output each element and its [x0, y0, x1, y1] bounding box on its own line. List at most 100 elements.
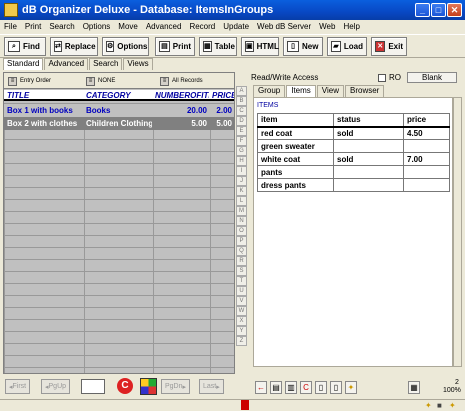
- letter-v[interactable]: V: [236, 296, 247, 306]
- sort-selector[interactable]: ≡ Entry Order: [8, 75, 51, 87]
- records-selector[interactable]: ≡ All Records: [160, 75, 203, 87]
- letter-i[interactable]: I: [236, 166, 247, 176]
- letter-n[interactable]: N: [236, 216, 247, 226]
- find-button[interactable]: ⌕ Find: [4, 37, 46, 56]
- letter-a[interactable]: A: [236, 86, 247, 96]
- cell-status[interactable]: sold: [333, 152, 404, 166]
- menu-file[interactable]: File: [4, 22, 17, 31]
- options-button[interactable]: ⚙ Options: [102, 37, 149, 56]
- tab-group[interactable]: Group: [253, 85, 286, 97]
- table-row[interactable]: green sweater: [257, 139, 450, 153]
- letter-e[interactable]: E: [236, 126, 247, 136]
- cell-status[interactable]: [333, 165, 404, 179]
- letter-m[interactable]: M: [236, 206, 247, 216]
- menu-move[interactable]: Move: [118, 22, 138, 31]
- menu-search[interactable]: Search: [49, 22, 74, 31]
- record-number-field[interactable]: [81, 379, 105, 394]
- letter-p[interactable]: P: [236, 236, 247, 246]
- cell-item-price[interactable]: [403, 139, 450, 153]
- replace-button[interactable]: ⇄ Replace: [50, 37, 98, 56]
- cell-item[interactable]: green sweater: [257, 139, 334, 153]
- letter-y[interactable]: Y: [236, 326, 247, 336]
- cell-item[interactable]: white coat: [257, 152, 334, 166]
- cell-item-price[interactable]: 4.50: [403, 126, 450, 140]
- letter-q[interactable]: Q: [236, 246, 247, 256]
- table-row[interactable]: white coat sold 7.00: [257, 152, 450, 166]
- tab-views[interactable]: Views: [123, 58, 153, 70]
- cell-item-price[interactable]: 7.00: [403, 152, 450, 166]
- ro-checkbox[interactable]: [378, 74, 386, 82]
- letter-s[interactable]: S: [236, 266, 247, 276]
- letter-l[interactable]: L: [236, 196, 247, 206]
- last-button[interactable]: Last ▸: [199, 379, 224, 394]
- copy-icon[interactable]: ▯: [315, 381, 327, 394]
- menu-web-db-server[interactable]: Web dB Server: [257, 22, 311, 31]
- letter-g[interactable]: G: [236, 146, 247, 156]
- letter-r[interactable]: R: [236, 256, 247, 266]
- menu-update[interactable]: Update: [223, 22, 249, 31]
- table-row[interactable]: Box 1 with books Books 20.00 2.00: [4, 104, 234, 117]
- blank-button[interactable]: Blank: [407, 72, 457, 83]
- table-row[interactable]: pants: [257, 165, 450, 179]
- back-arrow-icon[interactable]: ←: [255, 381, 267, 394]
- export-icon[interactable]: ▯: [330, 381, 342, 394]
- cell-item[interactable]: pants: [257, 165, 334, 179]
- items-scrollbar[interactable]: [453, 97, 462, 367]
- letter-z[interactable]: Z: [236, 336, 247, 346]
- cell-item-price[interactable]: [403, 165, 450, 179]
- tab-advanced[interactable]: Advanced: [44, 58, 89, 70]
- first-button[interactable]: ◂ First: [5, 379, 31, 394]
- tab-items[interactable]: Items: [286, 85, 316, 97]
- letter-f[interactable]: F: [236, 136, 247, 146]
- menu-record[interactable]: Record: [189, 22, 215, 31]
- cell-status[interactable]: sold: [333, 126, 404, 140]
- tab-view[interactable]: View: [316, 85, 344, 97]
- col-item-price[interactable]: price: [403, 113, 450, 128]
- menu-options[interactable]: Options: [83, 22, 111, 31]
- exit-button[interactable]: ✕ Exit: [371, 37, 407, 56]
- new-button[interactable]: ▯ New: [283, 37, 323, 56]
- minimize-button[interactable]: _: [415, 3, 430, 17]
- pgup-button[interactable]: ◂ PgUp: [41, 379, 71, 394]
- letter-u[interactable]: U: [236, 286, 247, 296]
- letter-c[interactable]: C: [236, 106, 247, 116]
- cell-item-price[interactable]: [403, 178, 450, 192]
- menu-help[interactable]: Help: [343, 22, 359, 31]
- col-price[interactable]: PRICE: [212, 91, 234, 100]
- table-button[interactable]: ▦ Table: [199, 37, 237, 56]
- close-button[interactable]: ✕: [447, 3, 462, 17]
- menu-print[interactable]: Print: [25, 22, 41, 31]
- tab-search[interactable]: Search: [89, 58, 123, 70]
- refresh-icon[interactable]: C: [117, 378, 133, 394]
- colors-icon[interactable]: [140, 378, 157, 395]
- letter-x[interactable]: X: [236, 316, 247, 326]
- print-item-icon[interactable]: ▤: [270, 381, 282, 394]
- cell-item[interactable]: red coat: [257, 126, 334, 140]
- tab-browser[interactable]: Browser: [345, 85, 385, 97]
- load-button[interactable]: ▰ Load: [327, 37, 367, 56]
- letter-o[interactable]: O: [236, 226, 247, 236]
- refresh-item-icon[interactable]: C: [300, 381, 312, 394]
- menu-advanced[interactable]: Advanced: [146, 22, 182, 31]
- col-title[interactable]: TITLE: [7, 91, 83, 100]
- letter-h[interactable]: H: [236, 156, 247, 166]
- table-row[interactable]: dress pants: [257, 178, 450, 192]
- letter-j[interactable]: J: [236, 176, 247, 186]
- col-status[interactable]: status: [333, 113, 404, 128]
- letter-t[interactable]: T: [236, 276, 247, 286]
- letter-b[interactable]: B: [236, 96, 247, 106]
- col-category[interactable]: CATEGORY: [86, 91, 152, 100]
- menu-web[interactable]: Web: [319, 22, 335, 31]
- cell-item[interactable]: dress pants: [257, 178, 334, 192]
- letter-w[interactable]: W: [236, 306, 247, 316]
- delete-icon[interactable]: ▥: [285, 381, 297, 394]
- pgdn-button[interactable]: PgDn ▸: [161, 379, 191, 394]
- print-button[interactable]: ▤ Print: [155, 37, 195, 56]
- cell-status[interactable]: [333, 178, 404, 192]
- maximize-button[interactable]: □: [431, 3, 446, 17]
- table-row[interactable]: Box 2 with clothes Children Clothing 5.0…: [4, 117, 234, 130]
- letter-d[interactable]: D: [236, 116, 247, 126]
- table-row[interactable]: red coat sold 4.50: [257, 126, 450, 140]
- col-numberofitems[interactable]: NUMBEROFITEMS: [155, 91, 209, 100]
- tab-standard[interactable]: Standard: [3, 58, 44, 70]
